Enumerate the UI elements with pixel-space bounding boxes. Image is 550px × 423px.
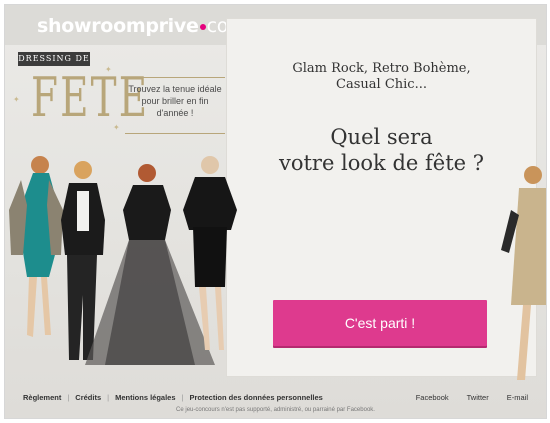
promo-tagline: Trouvez la tenue idéale pour briller en … [128,84,222,118]
divider [125,77,225,78]
question-line-2: votre look de fête ? [278,151,485,175]
subtitle-line-1: Glam Rock, Retro Bohème, [292,61,471,76]
facebook-link[interactable]: Facebook [416,393,449,402]
sparkle-icon: ✦ [13,95,20,104]
footer-link-mentions[interactable]: Mentions légales [115,393,175,402]
model-black-jacket [61,161,105,360]
footer-social: Facebook Twitter E-mail [398,393,528,402]
panel-subtitle: Glam Rock, Retro Bohème, Casual Chic... [227,61,536,93]
logo-text: showroomprive [37,15,199,37]
separator: | [107,393,110,402]
email-link[interactable]: E-mail [507,393,528,402]
footer-links: Règlement | Crédits | Mentions légales | Prote… [23,393,323,402]
quiz-panel: Glam Rock, Retro Bohème, Casual Chic... … [226,18,537,377]
facebook-disclaimer: Ce jeu-concours n'est pas supporté, admi… [176,407,375,413]
panel-question: Quel sera votre look de fête ? [227,124,536,176]
logo-dot-icon [199,24,206,30]
separator: | [67,393,70,402]
start-button[interactable]: C'est parti ! [273,300,487,346]
footer-link-credits[interactable]: Crédits [75,393,101,402]
subtitle-line-2: Casual Chic... [336,77,427,92]
separator: | [181,393,184,402]
footer-link-reglement[interactable]: Règlement [23,393,61,402]
logo[interactable]: showroomprivecom [37,15,247,37]
app-frame: showroomprivecom ✦ ✦ ✦ DRESSING DE FETE … [4,4,547,419]
model-teal-dress [9,156,63,337]
twitter-link[interactable]: Twitter [467,393,489,402]
question-line-1: Quel sera [330,125,433,149]
dressing-badge: DRESSING DE [18,52,90,66]
divider [125,133,225,134]
footer-link-privacy[interactable]: Protection des données personnelles [189,393,322,402]
model-tulle-skirt [85,164,215,365]
